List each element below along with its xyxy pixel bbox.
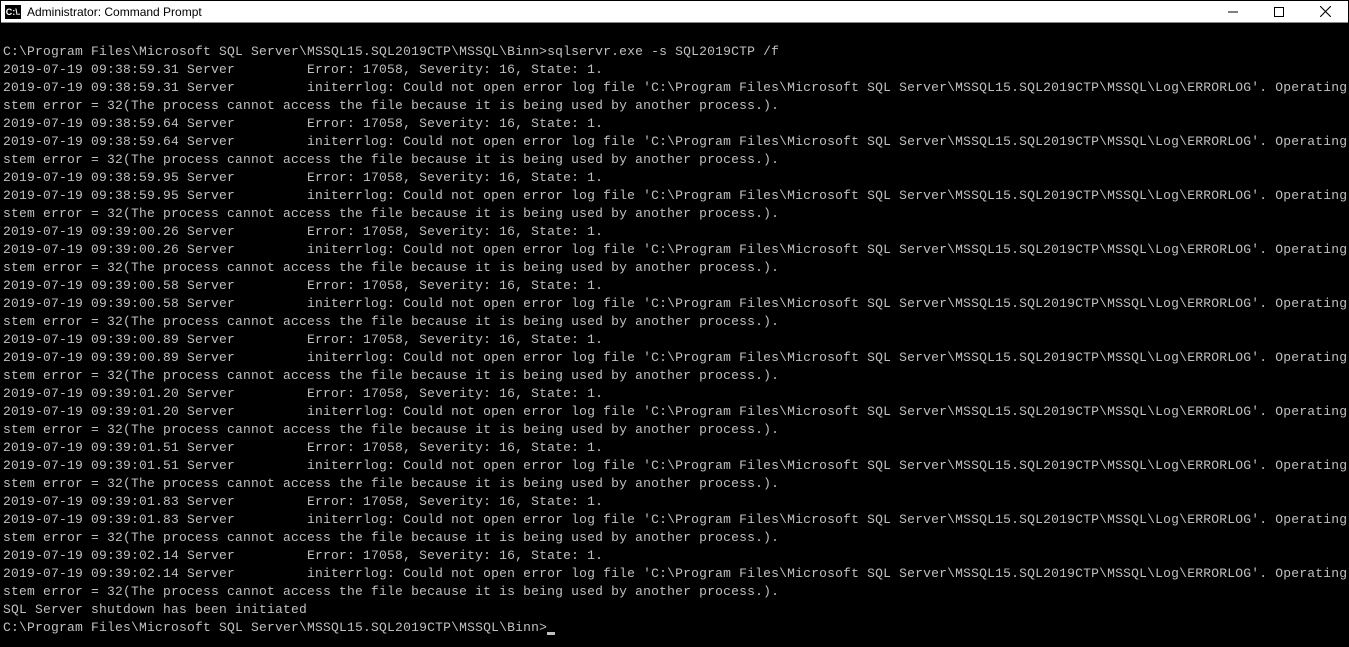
close-icon bbox=[1320, 6, 1331, 17]
maximize-icon bbox=[1274, 7, 1284, 17]
minimize-icon bbox=[1228, 7, 1238, 17]
titlebar[interactable]: C:\. Administrator: Command Prompt bbox=[1, 1, 1348, 23]
command-prompt-window: C:\. Administrator: Command Prompt C:\Pr… bbox=[0, 0, 1349, 647]
window-controls bbox=[1210, 1, 1348, 22]
cursor bbox=[547, 632, 555, 635]
close-button[interactable] bbox=[1302, 1, 1348, 22]
minimize-button[interactable] bbox=[1210, 1, 1256, 22]
maximize-button[interactable] bbox=[1256, 1, 1302, 22]
terminal-output[interactable]: C:\Program Files\Microsoft SQL Server\MS… bbox=[1, 23, 1348, 646]
window-title: Administrator: Command Prompt bbox=[27, 5, 1210, 19]
app-icon: C:\. bbox=[5, 5, 21, 19]
